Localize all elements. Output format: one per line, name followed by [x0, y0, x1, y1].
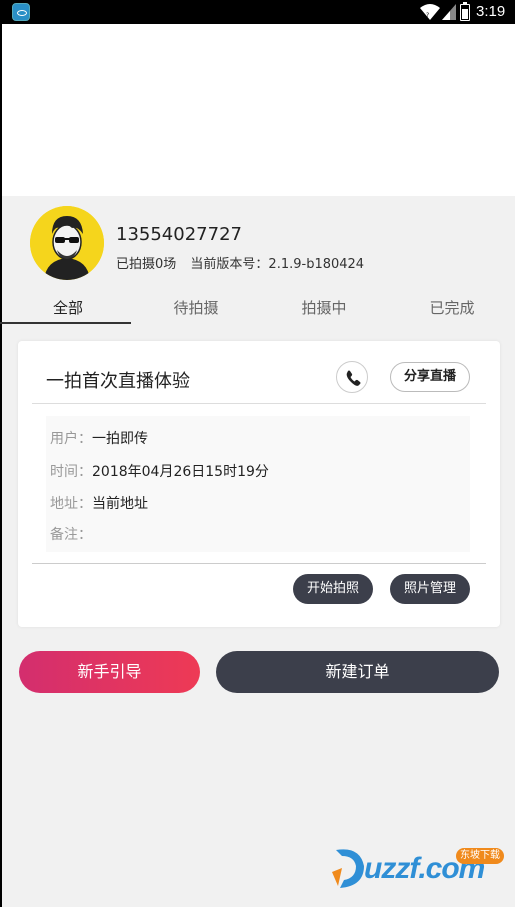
detail-label: 时间： [50, 464, 92, 480]
tab-completed[interactable]: 已完成 [388, 294, 515, 324]
status-bar: ? 3:19 [0, 0, 515, 24]
detail-label: 用户： [50, 431, 92, 447]
watermark-tag: 东坡下载 [456, 848, 504, 864]
avatar-illustration-icon [30, 206, 104, 280]
detail-address: 地址：当前地址 [50, 493, 148, 513]
divider [32, 563, 486, 564]
detail-note: 备注： [50, 524, 92, 544]
tab-all[interactable]: 全部 [4, 294, 132, 324]
app-version: 当前版本号：2.1.9-b180424 [190, 257, 365, 272]
detail-value: 2018年04月26日15时19分 [92, 464, 269, 480]
avatar[interactable] [30, 206, 104, 280]
profile-meta: 已拍摄0场 当前版本号：2.1.9-b180424 [116, 253, 364, 272]
app-notification-icon [12, 3, 30, 21]
phone-icon [346, 370, 361, 386]
tab-pending[interactable]: 待拍摄 [132, 294, 260, 324]
detail-value: 当前地址 [92, 496, 148, 512]
beginner-guide-button[interactable]: 新手引导 [19, 651, 200, 693]
order-tabs: 全部 待拍摄 拍摄中 已完成 [2, 294, 515, 324]
detail-label: 地址： [50, 496, 92, 512]
signal-icon [442, 4, 456, 20]
site-watermark: uzzf.com 东坡下载 [330, 840, 510, 896]
header-banner [2, 24, 515, 196]
battery-icon [460, 2, 470, 21]
shot-count: 已拍摄0场 [116, 257, 177, 272]
user-phone-number: 13554027727 [116, 224, 242, 245]
svg-text:?: ? [426, 12, 429, 19]
active-tab-indicator [0, 322, 131, 324]
detail-user: 用户：一拍即传 [50, 428, 148, 448]
status-time: 3:19 [476, 3, 506, 20]
order-card[interactable]: 一拍首次直播体验 分享直播 用户：一拍即传 时间：2018年04月26日15时1… [18, 341, 500, 627]
call-button[interactable] [336, 361, 368, 393]
wifi-icon: ? [420, 4, 440, 20]
share-live-button[interactable]: 分享直播 [390, 362, 470, 392]
detail-time: 时间：2018年04月26日15时19分 [50, 461, 269, 481]
order-details: 用户：一拍即传 时间：2018年04月26日15时19分 地址：当前地址 备注： [46, 416, 470, 552]
order-title: 一拍首次直播体验 [46, 371, 190, 392]
tab-in-progress[interactable]: 拍摄中 [260, 294, 388, 324]
detail-value: 一拍即传 [92, 431, 148, 447]
new-order-button[interactable]: 新建订单 [216, 651, 499, 693]
photo-management-button[interactable]: 照片管理 [390, 574, 470, 604]
detail-label: 备注： [50, 527, 92, 543]
start-shooting-button[interactable]: 开始拍照 [293, 574, 373, 604]
divider [32, 403, 486, 404]
